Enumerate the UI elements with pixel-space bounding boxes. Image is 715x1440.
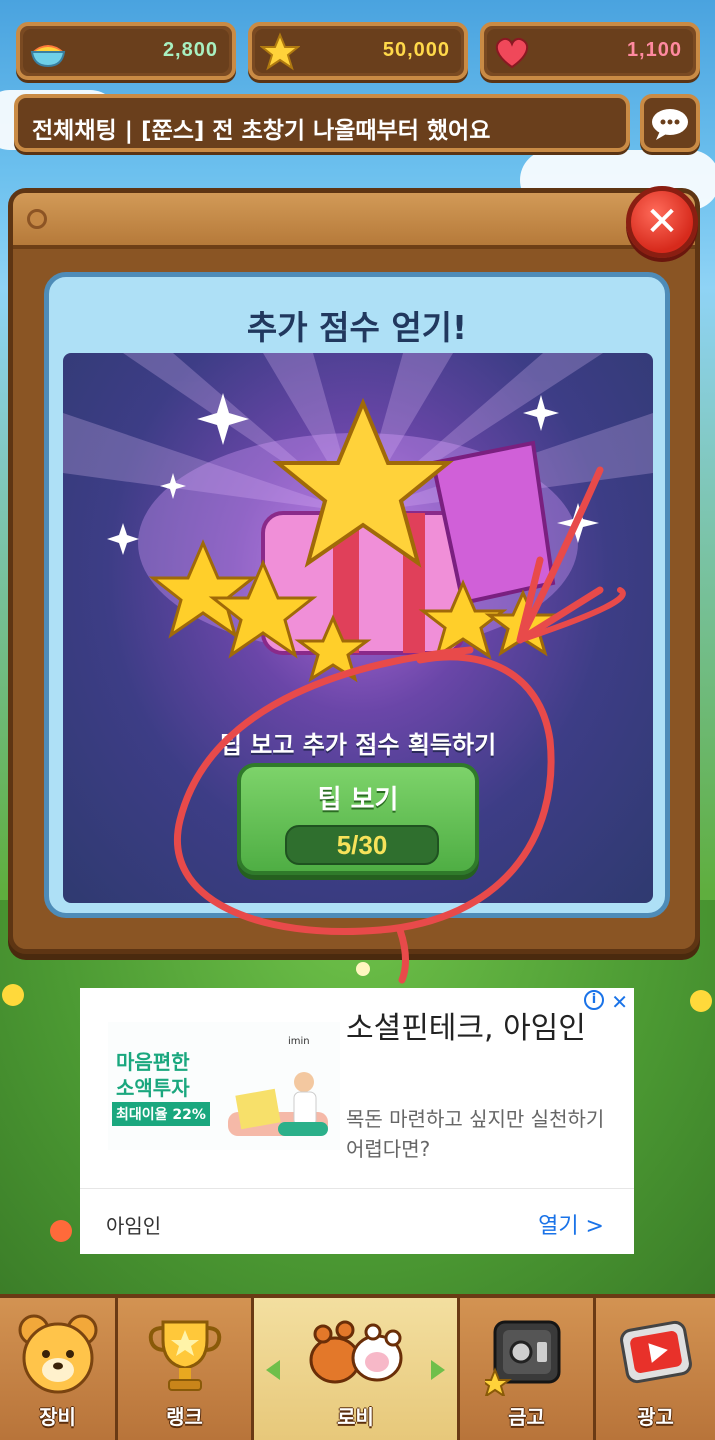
ad-image-brand: imin [288,1036,310,1047]
ad-image-line2: 소액투자 [116,1076,190,1100]
ad-image-line1: 마음편한 [116,1050,190,1074]
trophy-icon [148,1320,221,1391]
view-tip-button[interactable]: 팁 보기 5/30 [237,763,479,875]
modal-title: 추가 점수 얻기! [246,308,468,347]
flower-decoration [50,1220,72,1242]
ad-advertiser: 아임인 [106,1214,162,1238]
nav-label: 로비 [337,1405,374,1429]
currency-bar-heart[interactable]: 1,100 [480,22,700,80]
modal-rivet [27,209,47,229]
modal-header-bar [13,193,695,249]
nav-label: 금고 [508,1405,545,1429]
modal-panel: 추가 점수 얻기! 팁 보고 추가 점수 획득하기 팁 보기 5/30 [44,272,670,918]
currency-bar-star[interactable]: 50,000 [248,22,468,80]
chevron-right-icon [431,1360,445,1380]
nav-item-ad[interactable]: 광고 [596,1298,715,1440]
nav-item-vault[interactable]: 금고 [460,1298,596,1440]
ad-illustration [228,1072,328,1136]
currency-value: 50,000 [382,39,450,61]
bear-face-icon [18,1314,97,1394]
flower-decoration [356,962,370,976]
nav-label: 랭크 [166,1405,203,1429]
close-icon: ✕ [645,199,679,245]
ad-image[interactable]: 마음편한 소액투자 최대이율 22% imin [108,1022,340,1150]
ad-description: 목돈 마련하고 싶지만 실천하기 어렵다면? [346,1107,605,1161]
currency-value: 1,100 [626,39,682,61]
view-tip-label: 팁 보기 [317,785,399,815]
safe-icon [484,1320,560,1396]
nav-item-equipment[interactable]: 장비 [0,1298,118,1440]
speech-bubble-icon [652,109,688,140]
view-tip-count: 5/30 [285,825,439,865]
currency-bar-rainbow[interactable]: 2,800 [16,22,236,80]
chevron-left-icon [266,1360,280,1380]
flower-decoration [2,984,24,1006]
paws-icon [309,1320,402,1384]
close-button[interactable]: ✕ [626,186,698,258]
play-video-icon [619,1320,692,1384]
chat-bar[interactable]: 전체채팅 | [쭌스] 전 초창기 나올때부터 했어요 [14,94,630,152]
heart-icon [495,37,529,69]
currency-value: 2,800 [162,39,218,61]
modal-subtitle: 팁 보고 추가 점수 획득하기 [219,731,497,759]
reward-stage: 팁 보고 추가 점수 획득하기 팁 보기 5/30 [63,353,653,903]
nav-label: 장비 [39,1405,76,1429]
ad-divider [80,1188,634,1189]
nav-item-rank[interactable]: 랭크 [118,1298,254,1440]
ad-title[interactable]: 소셜핀테크, 아임인 [346,1008,616,1050]
flower-decoration [690,990,712,1012]
bottom-nav: 장비 랭크 로비 금고 광고 [0,1294,715,1440]
ad-open-button[interactable]: 열기 > [538,1208,604,1240]
gift-box-stars-illustration [63,353,653,683]
chat-message: 전체채팅 | [쭌스] 전 초창기 나올때부터 했어요 [32,118,491,144]
ad-banner[interactable]: i ✕ 마음편한 소액투자 최대이율 22% imin 소셜핀테크, 아임인 목… [80,988,634,1254]
ad-image-badge: 최대이율 22% [112,1102,210,1126]
nav-item-lobby[interactable]: 로비 [254,1298,460,1440]
star-icon [260,32,300,71]
info-icon[interactable]: i [584,990,604,1010]
nav-label: 광고 [637,1405,674,1429]
chat-button[interactable] [640,94,700,152]
rainbow-bowl-icon [30,45,66,68]
